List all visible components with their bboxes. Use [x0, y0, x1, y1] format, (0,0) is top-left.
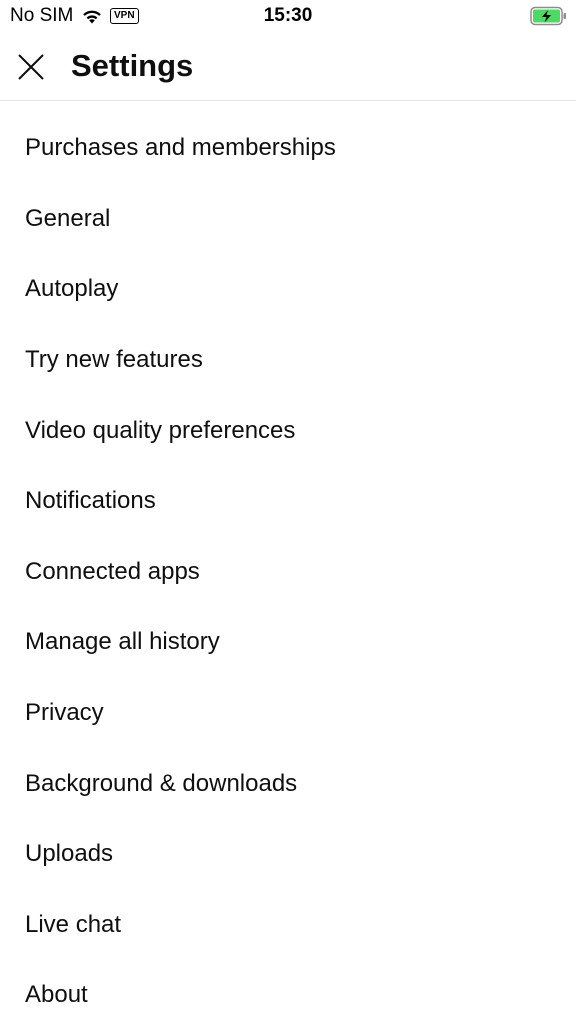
settings-item-video-quality-preferences[interactable]: Video quality preferences — [0, 395, 576, 466]
settings-item-uploads[interactable]: Uploads — [0, 819, 576, 890]
settings-item-background-and-downloads[interactable]: Background & downloads — [0, 748, 576, 819]
settings-item-label: Background & downloads — [25, 769, 298, 797]
settings-item-label: Try new features — [25, 346, 203, 374]
settings-item-label: Autoplay — [25, 275, 119, 303]
settings-item-label: Notifications — [25, 487, 156, 515]
settings-item-label: Purchases and memberships — [25, 134, 336, 162]
status-bar: No SIM VPN 15:30 — [0, 0, 576, 34]
settings-item-autoplay[interactable]: Autoplay — [0, 254, 576, 325]
settings-item-about[interactable]: About — [0, 960, 576, 1031]
settings-item-label: Uploads — [25, 840, 114, 868]
settings-item-connected-apps[interactable]: Connected apps — [0, 537, 576, 608]
page-title: Settings — [71, 48, 194, 83]
settings-item-label: About — [25, 981, 88, 1009]
settings-item-purchases-and-memberships[interactable]: Purchases and memberships — [0, 113, 576, 184]
close-icon — [18, 54, 44, 80]
settings-item-manage-all-history[interactable]: Manage all history — [0, 607, 576, 678]
settings-item-privacy[interactable]: Privacy — [0, 678, 576, 749]
clock: 15:30 — [263, 5, 313, 26]
settings-item-label: Video quality preferences — [25, 416, 296, 444]
settings-item-label: Live chat — [25, 910, 122, 938]
settings-item-label: Connected apps — [25, 557, 200, 585]
app-header: Settings — [0, 34, 576, 101]
settings-item-label: Manage all history — [25, 628, 220, 656]
settings-item-notifications[interactable]: Notifications — [0, 466, 576, 537]
settings-item-live-chat[interactable]: Live chat — [0, 890, 576, 961]
settings-list: Purchases and memberships General Autopl… — [0, 113, 576, 1031]
battery-charging-icon — [530, 6, 566, 26]
settings-item-general[interactable]: General — [0, 184, 576, 255]
settings-item-try-new-features[interactable]: Try new features — [0, 325, 576, 396]
close-button[interactable] — [10, 46, 52, 88]
settings-item-label: General — [25, 204, 111, 232]
settings-item-label: Privacy — [25, 699, 104, 727]
